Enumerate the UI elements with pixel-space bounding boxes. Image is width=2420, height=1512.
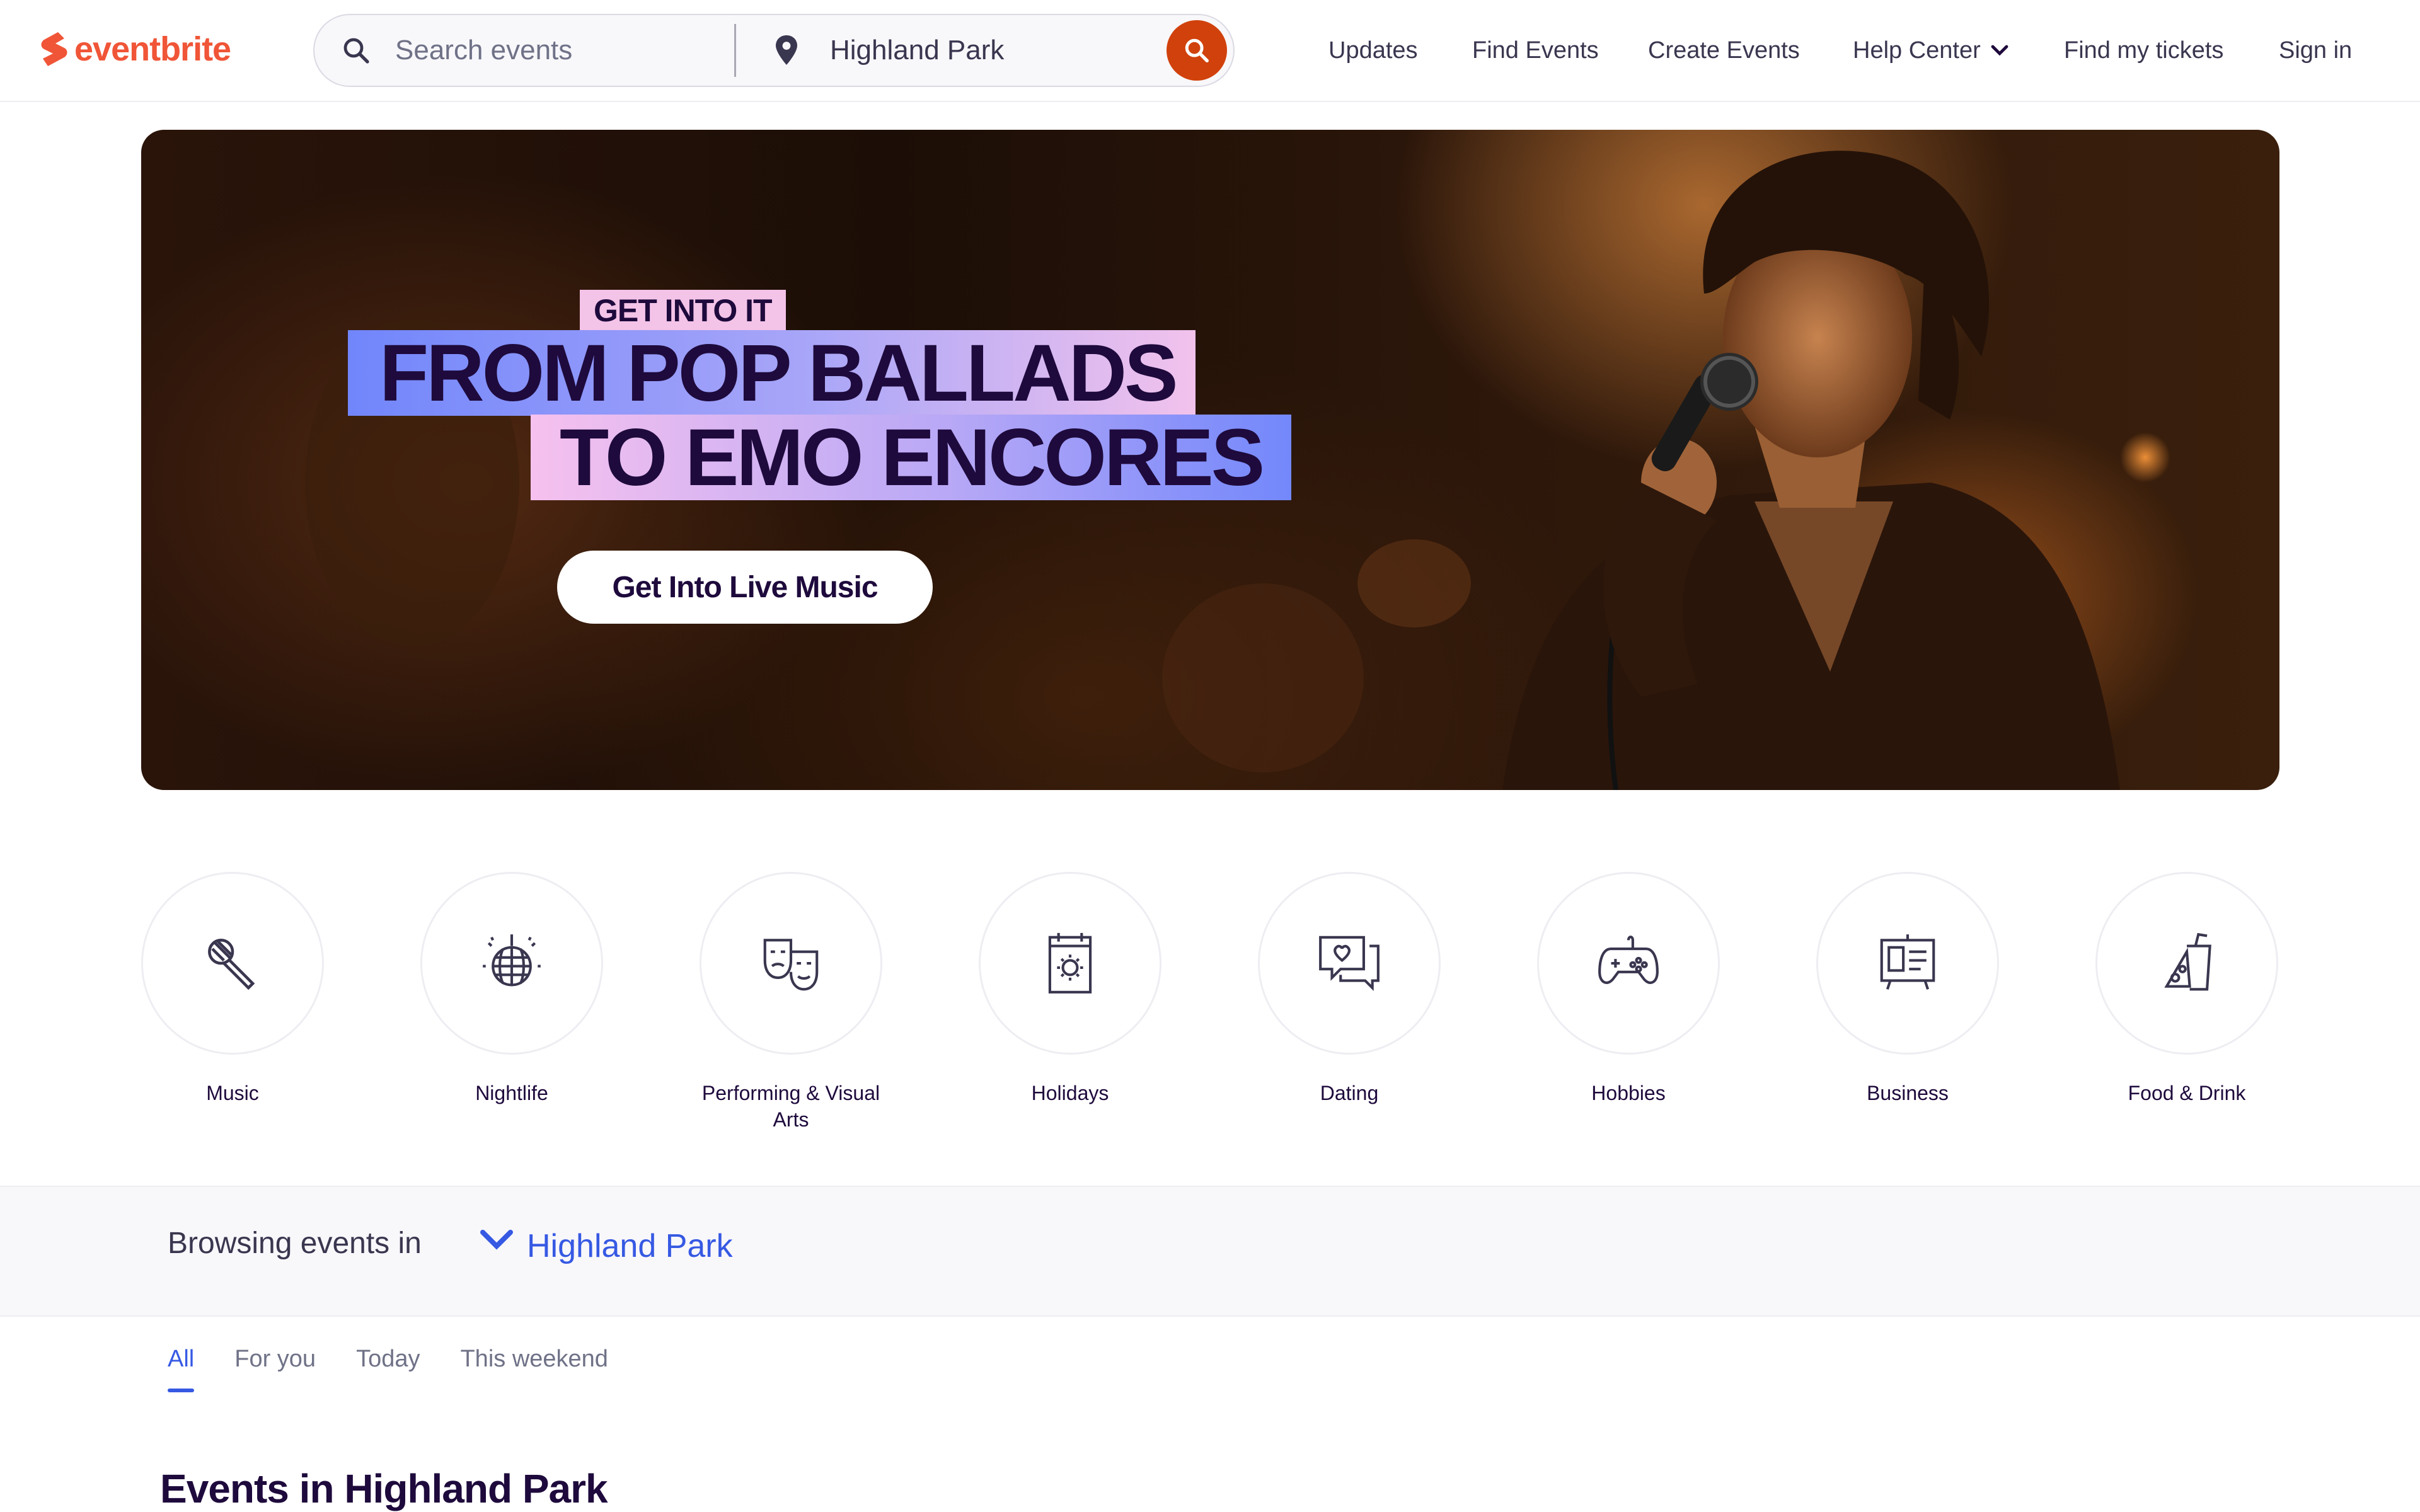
disco-ball-icon xyxy=(483,934,541,987)
nav-help-center-label: Help Center xyxy=(1853,37,1981,64)
category-label: Nightlife xyxy=(475,1082,548,1104)
search-submit-button[interactable] xyxy=(1167,20,1227,81)
category-label: Business xyxy=(1867,1082,1949,1104)
browsing-location-bar: Browsing events in Highland Park xyxy=(0,1186,2420,1317)
category-label: Holidays xyxy=(1031,1082,1109,1104)
category-holidays[interactable]: Holidays xyxy=(979,872,1161,1106)
nav-help-center[interactable]: Help Center xyxy=(1853,30,2008,71)
hero-headline-line-1: FROM POP BALLADS xyxy=(348,328,1196,418)
tab-this-weekend[interactable]: This weekend xyxy=(460,1336,608,1392)
tab-for-you[interactable]: For you xyxy=(234,1336,316,1392)
hero-headline-line-2: TO EMO ENCORES xyxy=(531,413,1292,503)
search-input[interactable] xyxy=(395,32,723,69)
category-food-drink[interactable]: Food & Drink xyxy=(2095,872,2278,1106)
category-label: Performing & Visual Arts xyxy=(701,1082,880,1131)
category-circle xyxy=(700,872,882,1055)
category-circle xyxy=(1258,872,1441,1055)
browsing-city-dropdown[interactable]: Highland Park xyxy=(527,1227,733,1265)
search-events-area xyxy=(314,15,735,86)
category-label: Music xyxy=(206,1082,259,1104)
nav-find-events-label: Find Events xyxy=(1472,37,1599,64)
get-into-live-music-button[interactable]: Get Into Live Music xyxy=(557,551,933,624)
theater-masks-icon xyxy=(763,939,819,991)
eventbrite-logo-mark-icon xyxy=(41,32,67,66)
location-pin-icon xyxy=(776,35,797,65)
category-label: Hobbies xyxy=(1591,1082,1666,1104)
category-business[interactable]: Business xyxy=(1816,872,1999,1106)
category-circle xyxy=(420,872,603,1055)
category-circle xyxy=(979,872,1161,1055)
category-label: Dating xyxy=(1320,1082,1379,1104)
category-music[interactable]: Music xyxy=(141,872,324,1106)
event-filter-tabs: All For you Today This weekend xyxy=(168,1336,608,1405)
calendar-sun-icon xyxy=(1048,932,1092,994)
browsing-label: Browsing events in xyxy=(168,1227,422,1260)
events-section-title: Events in Highland Park xyxy=(160,1466,608,1511)
search-icon xyxy=(343,38,369,64)
microphone-icon xyxy=(208,939,255,990)
hero-banner[interactable]: GET INTO IT FROM POP BALLADS TO EMO ENCO… xyxy=(141,130,2279,790)
nav-sign-in-label: Sign in xyxy=(2279,37,2353,64)
nav-find-my-tickets[interactable]: Find my tickets xyxy=(2064,30,2223,71)
hero-tagline: GET INTO IT xyxy=(580,290,786,331)
chevron-down-icon[interactable] xyxy=(479,1225,514,1255)
nav-create-events-label: Create Events xyxy=(1648,37,1800,64)
category-circle xyxy=(1537,872,1720,1055)
nav-updates[interactable]: Updates xyxy=(1328,30,1418,71)
top-header: eventbrite Updates Find Events Create Ev… xyxy=(0,0,2420,102)
tab-today[interactable]: Today xyxy=(356,1336,420,1392)
nav-find-my-tickets-label: Find my tickets xyxy=(2064,37,2224,64)
category-circle xyxy=(2095,872,2278,1055)
category-circle xyxy=(1816,872,1999,1055)
search-divider xyxy=(734,24,736,77)
eventbrite-logo[interactable]: eventbrite xyxy=(39,29,231,69)
presentation-board-icon xyxy=(1880,934,1935,990)
drink-icon xyxy=(2164,932,2211,991)
location-input[interactable] xyxy=(830,32,1145,69)
category-circle xyxy=(141,872,324,1055)
search-bar xyxy=(313,14,1235,87)
chevron-down-icon xyxy=(1991,45,2008,56)
chat-heart-icon xyxy=(1319,936,1380,991)
category-row: Music Nightlife Performing & Visual Arts xyxy=(141,872,2279,1137)
gamepad-icon xyxy=(1598,936,1659,984)
category-hobbies[interactable]: Hobbies xyxy=(1537,872,1720,1106)
category-label: Food & Drink xyxy=(2128,1082,2246,1104)
nav-find-events[interactable]: Find Events xyxy=(1472,30,1599,71)
nav-updates-label: Updates xyxy=(1328,37,1418,64)
nav-sign-in[interactable]: Sign in xyxy=(2279,30,2352,71)
tab-all[interactable]: All xyxy=(168,1336,195,1392)
category-dating[interactable]: Dating xyxy=(1258,872,1441,1106)
category-nightlife[interactable]: Nightlife xyxy=(420,872,603,1106)
logo-wordmark: eventbrite xyxy=(74,30,231,68)
category-performing-visual-arts[interactable]: Performing & Visual Arts xyxy=(700,872,882,1133)
nav-create-events[interactable]: Create Events xyxy=(1648,30,1800,71)
search-submit-icon xyxy=(1185,38,1209,62)
